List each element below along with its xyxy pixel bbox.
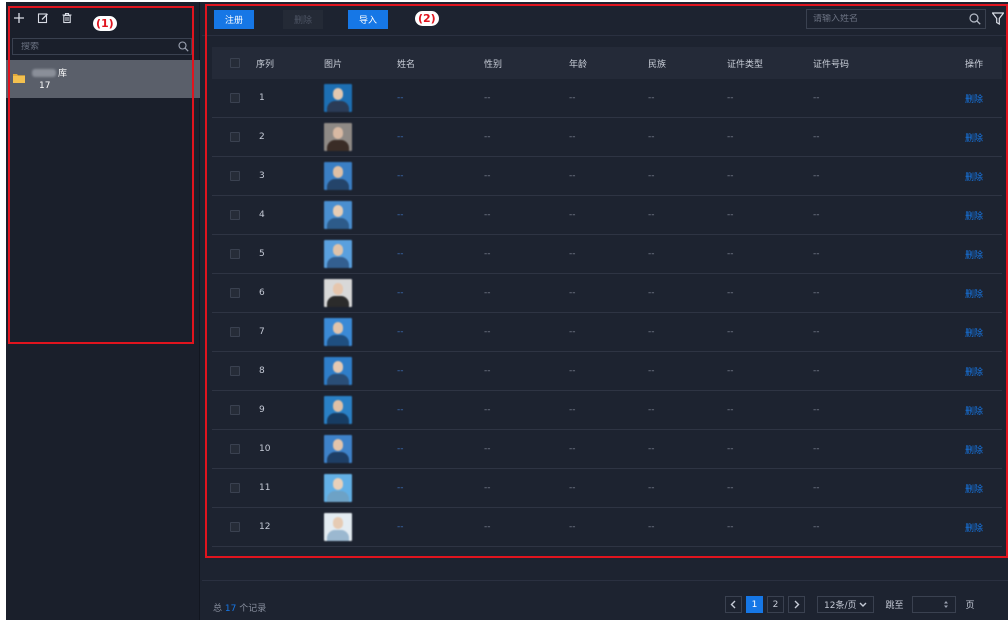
page-button-2[interactable]: 2 [767, 596, 784, 613]
annotation-box-1 [8, 6, 194, 344]
annotation-box-2 [205, 4, 1008, 558]
annotation-label-1: (1) [93, 16, 117, 31]
page-button-1[interactable]: 1 [746, 596, 763, 613]
pagination: 1 2 12条/页 跳至 页 [725, 596, 975, 613]
record-total: 总 17 个记录 [213, 601, 266, 614]
jump-page-input[interactable] [911, 596, 956, 613]
chevron-left-icon [730, 600, 736, 609]
total-suffix: 个记录 [239, 604, 267, 614]
table-footer: 总 17 个记录 1 2 12条/页 跳至 页 [202, 580, 1008, 620]
jump-label: 跳至 [885, 601, 904, 611]
prev-page-button[interactable] [725, 596, 742, 613]
page-label: 页 [965, 601, 975, 611]
stepper-icon[interactable] [943, 600, 949, 609]
chevron-down-icon [859, 602, 866, 607]
total-count: 17 [224, 604, 237, 614]
total-prefix: 总 [213, 604, 223, 614]
chevron-right-icon [794, 600, 800, 609]
annotation-label-2: (2) [415, 11, 439, 26]
page-size-value: 12条/页 [824, 601, 857, 611]
page-size-select[interactable]: 12条/页 [817, 596, 874, 613]
next-page-button[interactable] [788, 596, 805, 613]
